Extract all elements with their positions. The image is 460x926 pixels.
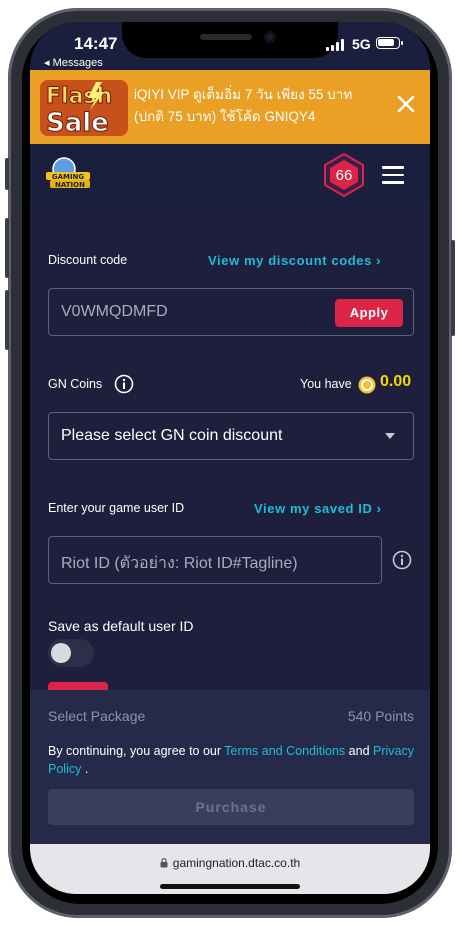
discount-code-input[interactable]: V0WMQDMFD Apply [48,288,414,336]
lock-icon [160,858,168,868]
flash-sale-logo: Flash Sale [40,80,128,138]
coin-icon [358,376,376,394]
power-button [451,240,455,336]
gn-coins-label: GN Coins [48,377,103,391]
game-user-id-input[interactable]: Riot ID (ตัวอย่าง: Riot ID#Tagline) [48,536,382,584]
gaming-nation-logo[interactable]: GAMING NATION [42,154,94,194]
status-time: 14:47 [74,34,118,53]
game-user-id-label: Enter your game user ID [48,501,185,515]
game-user-id-placeholder: Riot ID (ตัวอย่าง: Riot ID#Tagline) [61,555,298,572]
volume-down-button [5,290,9,350]
camera-icon [264,31,276,43]
close-icon[interactable] [392,90,420,118]
url-text: gamingnation.dtac.co.th [172,856,301,870]
terms-suffix: . [81,762,89,776]
purchase-button[interactable]: Purchase [48,789,414,825]
package-points: 540 Points [347,708,414,724]
checkout-form: Discount code View my discount codes › V… [30,206,430,712]
logo-word-nation: NATION [55,181,85,189]
terms-notice: By continuing, you agree to our Terms an… [48,742,414,778]
logo-word-gaming: GAMING [52,173,85,181]
info-icon[interactable] [114,374,134,394]
mute-switch [5,158,9,190]
discount-code-label: Discount code [48,253,128,267]
speaker [200,34,252,40]
screen: 14:47 ◂ Messages 5G Flash Sale iQIYI VIP… [30,22,430,894]
save-default-toggle[interactable] [48,639,94,667]
gn-coin-discount-select[interactable]: Please select GN coin discount [48,412,414,460]
gn-coin-select-value: Please select GN coin discount [61,427,283,444]
view-discount-codes-link[interactable]: View my discount codes › [208,253,381,268]
save-default-label: Save as default user ID [48,618,194,634]
discount-code-value: V0WMQDMFD [61,303,168,320]
network-type: 5G [352,36,371,52]
back-to-messages[interactable]: ◂ Messages [44,56,103,69]
you-have-label: You have [300,377,352,391]
home-indicator[interactable] [160,884,300,889]
info-icon[interactable] [392,550,412,570]
url-display: gamingnation.dtac.co.th [30,856,430,870]
purchase-section: Select Package 540 Points By continuing,… [30,690,430,844]
battery-icon [376,37,403,49]
apply-button[interactable]: Apply [335,299,403,327]
volume-up-button [5,218,9,278]
terms-middle: and [345,744,373,758]
browser-url-bar[interactable]: gamingnation.dtac.co.th [30,844,430,894]
terms-prefix: By continuing, you agree to our [48,744,225,758]
user-level: 66 [335,167,353,184]
view-saved-id-link[interactable]: View my saved ID › [254,501,382,516]
flash-sale-banner[interactable]: Flash Sale iQIYI VIP ดูเต็มอิ่ม 7 วัน เพ… [30,70,430,144]
flash-logo-word1: Flash [46,84,112,109]
chevron-down-icon [385,433,395,439]
terms-link[interactable]: Terms and Conditions [224,744,345,758]
coin-balance: 0.00 [380,373,412,390]
hamburger-menu-icon[interactable] [382,166,404,184]
signal-icon [326,39,344,51]
notch [122,22,338,58]
flash-logo-word2: Sale [46,108,109,138]
status-bar: 14:47 ◂ Messages 5G [30,22,430,70]
site-header: GAMING NATION 66 [30,144,430,206]
flash-sale-text: iQIYI VIP ดูเต็มอิ่ม 7 วัน เพียง 55 บาท … [134,87,353,124]
select-package-label: Select Package [48,708,146,724]
